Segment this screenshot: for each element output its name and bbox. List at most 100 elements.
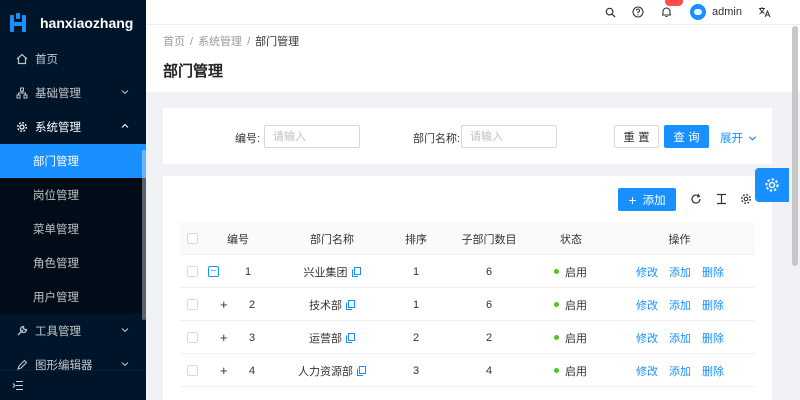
column-header[interactable]: 状态 [538, 222, 604, 255]
status-dot [554, 302, 559, 307]
table-row[interactable]: − 1 兴业集团 1 6 启用 修改 添加 删除 [180, 255, 755, 288]
page-header: 首页 / 系统管理 / 部门管理 部门管理 [146, 24, 800, 92]
cell-id: 4 [248, 364, 256, 377]
sidebar-item-tools[interactable]: 工具管理 [0, 314, 146, 348]
translate-icon[interactable] [756, 4, 772, 20]
chevron-down-icon [748, 135, 757, 141]
setting-icon[interactable] [739, 192, 753, 206]
add-button[interactable]: + 添加 [618, 188, 676, 211]
delete-link[interactable]: 删除 [702, 297, 724, 313]
column-header[interactable]: 子部门数目 [440, 222, 538, 255]
column-header[interactable]: 部门名称 [272, 222, 392, 255]
cell-actions: 修改 添加 删除 [636, 321, 755, 354]
copy-icon[interactable] [357, 365, 366, 376]
cell-id: 3 [248, 331, 256, 344]
sidebar-item-menu[interactable]: 菜单管理 [0, 212, 146, 246]
settings-drawer-button[interactable] [755, 168, 789, 202]
column-header[interactable]: 编号 [204, 222, 272, 255]
query-button[interactable]: 查 询 [664, 125, 709, 148]
cell-dept-name: 运营部 [272, 321, 392, 354]
cell-status: 启用 [554, 255, 604, 288]
logo[interactable]: hanxiaozhang [0, 0, 146, 46]
id-label: 编号: [235, 133, 261, 145]
breadcrumb-separator: / [247, 36, 251, 48]
copy-icon[interactable] [351, 266, 361, 277]
column-header[interactable]: 排序 [392, 222, 440, 255]
add-child-link[interactable]: 添加 [669, 297, 691, 313]
bell-icon[interactable] [658, 0, 684, 20]
sidebar: hanxiaozhang 首页 基础管理 系统管理 部门管理 岗位管理 菜单管理 [0, 0, 146, 400]
row-checkbox[interactable] [186, 332, 198, 343]
edit-link[interactable]: 修改 [636, 264, 658, 280]
delete-link[interactable]: 删除 [702, 363, 724, 379]
row-checkbox[interactable] [186, 299, 198, 310]
expand-icon[interactable]: + [220, 330, 228, 345]
select-all-checkbox[interactable] [186, 233, 198, 244]
edit-link[interactable]: 修改 [636, 363, 658, 379]
sidebar-item-home[interactable]: 首页 [0, 42, 146, 76]
sidebar-item-label: 首页 [35, 54, 58, 66]
chevron-down-icon [121, 90, 129, 95]
main-scrollbar[interactable] [792, 26, 798, 266]
expand-icon[interactable]: + [220, 363, 228, 378]
reset-button[interactable]: 重 置 [614, 125, 659, 148]
table-row[interactable]: + 2 技术部 1 6 启用 修改 添加 删除 [180, 288, 755, 321]
breadcrumb-item-system[interactable]: 系统管理 [198, 36, 242, 48]
cell-actions: 修改 添加 删除 [636, 354, 755, 387]
row-select-cell [180, 288, 204, 321]
avatar[interactable] [690, 4, 707, 20]
status-text: 启用 [565, 332, 587, 345]
cell-sort: 3 [412, 364, 420, 377]
table-row[interactable]: + 3 运营部 2 2 启用 修改 添加 删除 [180, 321, 755, 354]
row-select-cell [180, 354, 204, 387]
cell-id: 2 [248, 298, 256, 311]
dept-name-text: 运营部 [309, 332, 342, 345]
delete-link[interactable]: 删除 [702, 330, 724, 346]
cell-id: 1 [244, 265, 252, 278]
dept-name-text: 兴业集团 [303, 266, 348, 279]
username[interactable]: admin [712, 6, 742, 18]
table-card: + 添加 编号 部门名称 排序 子部门数目 状态 操作 − 1 兴业集团 1 6… [163, 176, 772, 400]
copy-icon[interactable] [346, 332, 355, 343]
sidebar-item-label: 系统管理 [35, 122, 81, 134]
collapse-icon[interactable]: − [208, 266, 219, 277]
cell-dept-name: 兴业集团 [272, 255, 392, 288]
question-icon[interactable] [630, 4, 646, 20]
column-height-icon[interactable] [714, 192, 728, 206]
add-child-link[interactable]: 添加 [669, 330, 691, 346]
sidebar-item-role[interactable]: 角色管理 [0, 246, 146, 280]
sidebar-item-post[interactable]: 岗位管理 [0, 178, 146, 212]
edit-link[interactable]: 修改 [636, 330, 658, 346]
cell-dept-name: 人力资源部 [272, 354, 392, 387]
expand-link[interactable]: 展开 [720, 130, 757, 146]
sidebar-item-system[interactable]: 系统管理 [0, 110, 146, 144]
cell-status: 启用 [554, 354, 604, 387]
table-header: 编号 部门名称 排序 子部门数目 状态 操作 [180, 222, 755, 255]
cell-children-count: 6 [485, 265, 493, 278]
expander-cell: − [208, 255, 222, 288]
expand-icon[interactable]: + [220, 297, 228, 312]
sidebar-item-label: 角色管理 [33, 258, 79, 270]
sidebar-item-user[interactable]: 用户管理 [0, 280, 146, 314]
sidebar-collapse-button[interactable] [0, 370, 146, 400]
home-icon [16, 53, 28, 65]
breadcrumb-item-home[interactable]: 首页 [163, 36, 185, 48]
dept-name-input[interactable] [461, 125, 557, 148]
reload-icon[interactable] [689, 192, 703, 206]
id-input[interactable] [264, 125, 360, 148]
edit-link[interactable]: 修改 [636, 297, 658, 313]
sidebar-item-department[interactable]: 部门管理 [0, 144, 146, 178]
table-row[interactable]: + 4 人力资源部 3 4 启用 修改 添加 删除 [180, 354, 755, 387]
sidebar-item-label: 菜单管理 [33, 224, 79, 236]
copy-icon[interactable] [346, 299, 355, 310]
row-checkbox[interactable] [186, 365, 198, 376]
sidebar-item-basic[interactable]: 基础管理 [0, 76, 146, 110]
add-child-link[interactable]: 添加 [669, 363, 691, 379]
row-checkbox[interactable] [186, 266, 198, 277]
status-text: 启用 [565, 299, 587, 312]
sidebar-scrollbar[interactable] [142, 150, 146, 320]
add-child-link[interactable]: 添加 [669, 264, 691, 280]
expand-label: 展开 [720, 133, 743, 145]
search-icon[interactable] [602, 4, 618, 20]
delete-link[interactable]: 删除 [702, 264, 724, 280]
